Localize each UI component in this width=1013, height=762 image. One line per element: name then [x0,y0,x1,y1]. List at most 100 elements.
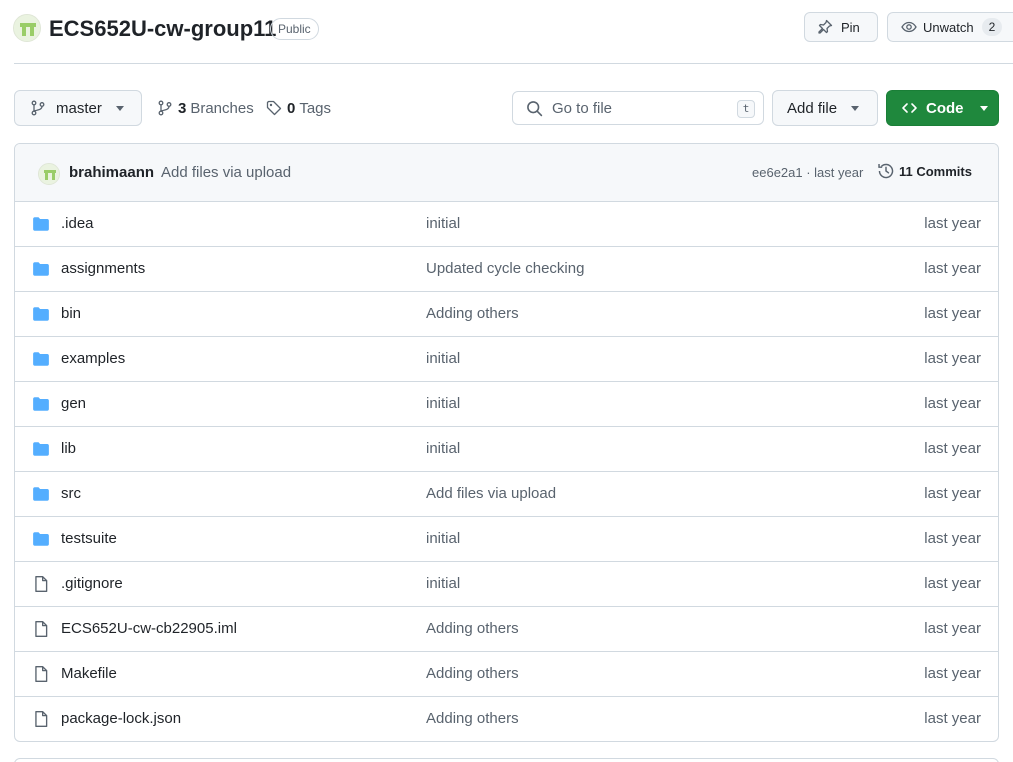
file-commit-message[interactable]: Adding others [426,305,519,322]
commits-history-link[interactable]: 11 Commits [877,162,972,180]
tags-count: 0 [287,99,296,117]
folder-icon [32,440,50,458]
file-row[interactable]: testsuite initial last year [15,517,998,562]
folder-icon [32,395,50,413]
file-row[interactable]: Makefile Adding others last year [15,652,998,697]
file-commit-age: last year [924,485,981,502]
file-commit-message[interactable]: initial [426,440,460,457]
file-name-link[interactable]: assignments [61,260,145,277]
folder-icon [32,485,50,503]
search-placeholder: Go to file [552,99,613,117]
file-icon [32,620,50,638]
file-row[interactable]: .gitignore initial last year [15,562,998,607]
commit-author[interactable]: brahimaann [69,164,154,181]
file-name-link[interactable]: gen [61,395,86,412]
branches-count: 3 [178,99,187,117]
watch-button[interactable]: Unwatch 2 [887,12,1013,42]
file-name-link[interactable]: .idea [61,215,94,232]
file-name-link[interactable]: src [61,485,81,502]
code-label: Code [926,99,964,117]
file-name-link[interactable]: .gitignore [61,575,123,592]
visibility-badge: Public [270,18,319,40]
watch-label: Unwatch [923,19,974,35]
file-commit-age: last year [924,215,981,232]
folder-icon [32,260,50,278]
file-name-link[interactable]: testsuite [61,530,117,547]
file-row[interactable]: assignments Updated cycle checking last ye… [15,247,998,292]
code-icon [902,103,917,113]
pin-icon [818,19,833,34]
go-to-file-input[interactable]: Go to file t [512,91,764,125]
git-branch-icon [158,100,172,116]
file-row[interactable]: package-lock.json Adding others last year [15,697,998,741]
file-row[interactable]: src Add files via upload last year [15,472,998,517]
file-commit-message[interactable]: initial [426,575,460,592]
watch-count: 2 [981,18,1003,36]
file-commit-message[interactable]: initial [426,530,460,547]
branch-selector[interactable]: master [14,90,142,126]
branches-link[interactable]: 3 Branches [157,98,254,118]
file-row[interactable]: examples initial last year [15,337,998,382]
file-commit-age: last year [924,440,981,457]
add-file-button[interactable]: Add file [772,90,878,126]
file-commit-age: last year [924,575,981,592]
file-commit-age: last year [924,305,981,322]
history-icon [878,163,894,179]
folder-icon [32,215,50,233]
file-commit-age: last year [924,620,981,637]
eye-icon [901,21,917,33]
file-commit-message[interactable]: Add files via upload [426,485,556,502]
file-icon [32,575,50,593]
file-list: brahimaann Add files via upload ee6e2a1 … [14,143,999,742]
file-name-link[interactable]: examples [61,350,125,367]
file-name-link[interactable]: lib [61,440,76,457]
pin-label: Pin [841,19,860,35]
branch-name: master [56,99,102,117]
commit-message[interactable]: Add files via upload [161,164,291,181]
file-row[interactable]: gen initial last year [15,382,998,427]
add-file-label: Add file [787,99,838,117]
commits-label: 11 Commits [899,163,972,179]
file-commit-message[interactable]: Adding others [426,665,519,682]
file-row[interactable]: lib initial last year [15,427,998,472]
file-commit-message[interactable]: Adding others [426,710,519,727]
chevron-down-icon [851,105,860,111]
file-commit-message[interactable]: initial [426,350,460,367]
search-icon [527,100,543,116]
file-row[interactable]: ECS652U-cw-cb22905.iml Adding others last … [15,607,998,652]
chevron-down-icon [979,105,988,111]
pin-button[interactable]: Pin [804,12,878,42]
file-commit-age: last year [924,665,981,682]
file-commit-message[interactable]: Adding others [426,620,519,637]
folder-icon [32,305,50,323]
repo-name[interactable]: ECS652U-cw-group11 [49,14,276,44]
file-commit-age: last year [924,395,981,412]
file-row[interactable]: bin Adding others last year [15,292,998,337]
file-commit-age: last year [924,260,981,277]
code-button[interactable]: Code [886,90,999,126]
file-name-link[interactable]: package-lock.json [61,710,181,727]
file-commit-age: last year [924,350,981,367]
file-name-link[interactable]: ECS652U-cw-cb22905.iml [61,620,237,637]
git-branch-icon [31,100,45,116]
latest-commit-bar: brahimaann Add files via upload ee6e2a1 … [15,144,998,202]
tags-link[interactable]: 0 Tags [266,98,331,118]
file-name-link[interactable]: Makefile [61,665,117,682]
chevron-down-icon [115,105,124,111]
file-commit-message[interactable]: initial [426,395,460,412]
file-rows: .idea initial last year assignments Updated … [15,202,998,741]
file-row[interactable]: .idea initial last year [15,202,998,247]
file-name-link[interactable]: bin [61,305,81,322]
file-commit-message[interactable]: initial [426,215,460,232]
folder-icon [32,350,50,368]
commit-hash-age[interactable]: ee6e2a1 · last year [752,165,863,180]
tag-icon [266,100,282,116]
repo-header: ECS652U-cw-group11 Public Pin Unwatch 2 [0,0,1013,64]
header-divider [14,63,1013,64]
file-commit-message[interactable]: Updated cycle checking [426,260,584,277]
readme-box-edge [14,758,999,762]
repo-owner-avatar[interactable] [13,14,41,42]
file-icon [32,665,50,683]
commit-author-avatar[interactable] [38,163,60,185]
file-commit-age: last year [924,710,981,727]
